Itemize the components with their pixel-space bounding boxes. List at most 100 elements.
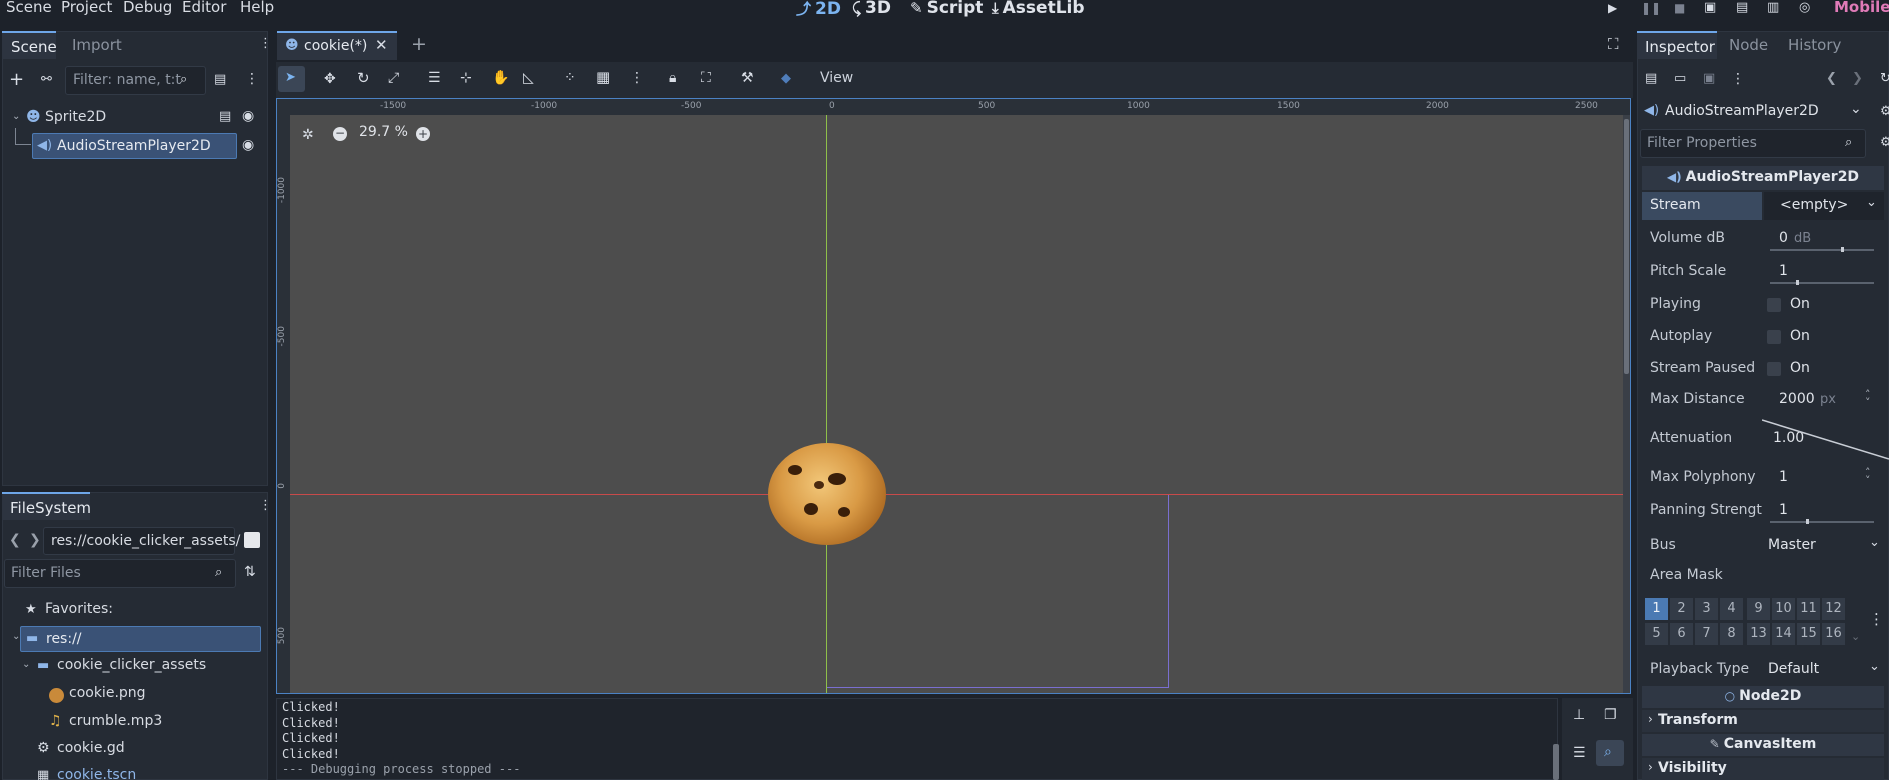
remote-debug-icon[interactable]: ▣ [1704,1,1716,14]
mask-menu-icon[interactable]: ⋮ [1869,612,1884,627]
mode-assetlib-button[interactable]: ⤓ AssetLib [992,0,1085,18]
cookie-sprite[interactable] [768,443,886,545]
grid-snap-icon[interactable]: ▦ [596,70,610,85]
tab-import[interactable]: Import [72,36,122,54]
visibility-group[interactable]: › Visibility [1642,758,1884,780]
tab-history[interactable]: History [1788,36,1841,54]
path-field[interactable]: res://cookie_clicker_assets/ [43,527,240,555]
mask-bit[interactable]: 1 [1645,598,1668,620]
tree-node-audiostreamplayer2d[interactable]: ◀) AudioStreamPlayer2D [32,133,237,159]
mask-bit[interactable]: 7 [1695,623,1718,645]
fs-item-cookie-gd[interactable]: cookie.gd [57,740,125,756]
mask-bit[interactable]: 15 [1797,623,1820,645]
layout-toggle-icon[interactable] [244,532,260,548]
property-options-icon[interactable]: ⚙ [1880,136,1889,149]
mode-script-button[interactable]: ✎ Script [910,0,983,18]
output-scrollbar[interactable] [1553,744,1559,780]
zoom-out-icon[interactable]: − [333,127,347,141]
play-scene-icon[interactable]: ▤ [1736,1,1748,14]
rotate-tool-icon[interactable]: ↻ [357,71,370,86]
dock-menu-icon[interactable]: ⋮ [259,499,272,512]
stream-picker[interactable]: <empty> ⌄ [1764,192,1884,220]
zoom-in-icon[interactable]: + [416,127,430,141]
movie-maker-icon[interactable]: ◎ [1799,1,1810,14]
fs-item-crumble-mp3[interactable]: crumble.mp3 [69,713,162,729]
tab-node[interactable]: Node [1729,36,1768,54]
mask-bit[interactable]: 6 [1670,623,1693,645]
history-back-icon[interactable]: ❮ [1826,72,1837,85]
attenuation-curve[interactable] [1762,418,1889,460]
stop-icon[interactable]: ■ [1674,2,1685,14]
node-options-icon[interactable]: ⚙ [1880,105,1889,118]
camera-override-icon[interactable]: ◆ [781,72,791,85]
view-menu[interactable]: View [820,70,853,86]
max-polyphony-value[interactable]: 1 [1779,469,1788,485]
open-folder-icon[interactable]: ▭ [1674,72,1686,85]
panning-value[interactable]: 1 [1779,502,1788,518]
select-tool-button[interactable]: ➤ [278,66,305,92]
mode-3d-button[interactable]: ⤹ 3D [852,0,891,18]
mask-bit[interactable]: 13 [1747,623,1770,645]
visibility-eye-icon[interactable]: ◉ [242,138,254,152]
fs-item-res[interactable]: ▬ res:// [20,626,261,652]
clear-output-icon[interactable]: ⊥ [1573,708,1585,722]
object-history-icon[interactable]: ↻ [1880,72,1889,85]
collapse-output-icon[interactable]: ☰ [1573,746,1586,760]
menu-help[interactable]: Help [240,0,274,16]
filter-output-button[interactable]: ⌕ [1596,740,1624,766]
ruler-tool-icon[interactable]: ◺ [523,71,534,85]
center-view-icon[interactable]: ✲ [302,128,314,142]
spinner-arrows-icon[interactable]: ˄ ˅ [1865,389,1871,408]
pan-tool-icon[interactable]: ✋ [492,71,509,85]
smart-snap-icon[interactable]: ⁘ [564,71,576,85]
move-tool-icon[interactable]: ✥ [324,72,336,86]
node-selector[interactable]: ◀) AudioStreamPlayer2D ⌄ [1640,98,1868,126]
collapse-arrow-icon[interactable]: ⌄ [12,112,20,122]
add-node-icon[interactable]: + [9,71,24,89]
pivot-tool-icon[interactable]: ⊹ [460,71,472,85]
scale-tool-icon[interactable]: ⤢ [388,71,399,85]
playback-type-select[interactable]: Default ⌄ [1764,656,1884,684]
volume-value[interactable]: 0 [1779,230,1788,246]
mask-bit[interactable]: 10 [1772,598,1795,620]
lock-icon[interactable]: 🔒︎ [669,71,676,85]
mask-bit[interactable]: 5 [1645,623,1668,645]
mask-bit[interactable]: 12 [1822,598,1845,620]
zoom-level[interactable]: 29.7 % [359,124,408,140]
fs-item-cookie-tscn[interactable]: cookie.tscn [57,767,136,780]
mask-bit[interactable]: 3 [1695,598,1718,620]
transform-group[interactable]: › Transform [1642,710,1884,732]
fs-favorites[interactable]: Favorites: [45,601,113,617]
pause-icon[interactable]: ❚❚ [1641,2,1661,14]
history-forward-icon[interactable]: ❯ [1852,72,1863,85]
autoplay-checkbox[interactable] [1767,330,1781,344]
tree-node-sprite2d[interactable]: Sprite2D [45,109,106,125]
renderer-label[interactable]: Mobile [1834,0,1889,16]
panning-slider[interactable] [1770,521,1874,523]
new-resource-icon[interactable]: ▤ [1645,72,1657,85]
scene-menu-icon[interactable]: ⋮ [245,72,259,86]
pitch-value[interactable]: 1 [1779,263,1788,279]
dock-menu-icon[interactable]: ⋮ [259,37,272,50]
bone-icon[interactable]: ⚒ [741,71,754,85]
script-attached-icon[interactable]: ▤ [219,110,231,123]
mask-bit[interactable]: 4 [1720,598,1743,620]
pitch-slider-knob[interactable] [1796,280,1799,285]
mask-bit[interactable]: 8 [1720,623,1743,645]
menu-scene[interactable]: Scene [6,0,52,16]
mask-bit[interactable]: 11 [1797,598,1820,620]
scrollbar-thumb[interactable] [1624,119,1629,374]
copy-output-icon[interactable]: ❐ [1604,708,1617,722]
volume-slider[interactable] [1770,249,1874,251]
forward-arrow-icon[interactable]: ❯ [29,533,41,547]
group-icon[interactable]: ⛶ [701,71,711,85]
viewport-scrollbar[interactable] [1623,115,1630,693]
playing-checkbox[interactable] [1767,298,1781,312]
close-icon[interactable]: ✕ [375,38,388,53]
snap-options-icon[interactable]: ⋮ [630,71,644,85]
mask-bit[interactable]: 14 [1772,623,1795,645]
scene-tab-cookie[interactable]: ☻ cookie(*) ✕ [277,31,397,60]
fullscreen-icon[interactable]: ⛶ [1608,37,1619,52]
inspector-menu-icon[interactable]: ⋮ [1731,72,1745,86]
sort-icon[interactable]: ⇅ [244,565,256,579]
